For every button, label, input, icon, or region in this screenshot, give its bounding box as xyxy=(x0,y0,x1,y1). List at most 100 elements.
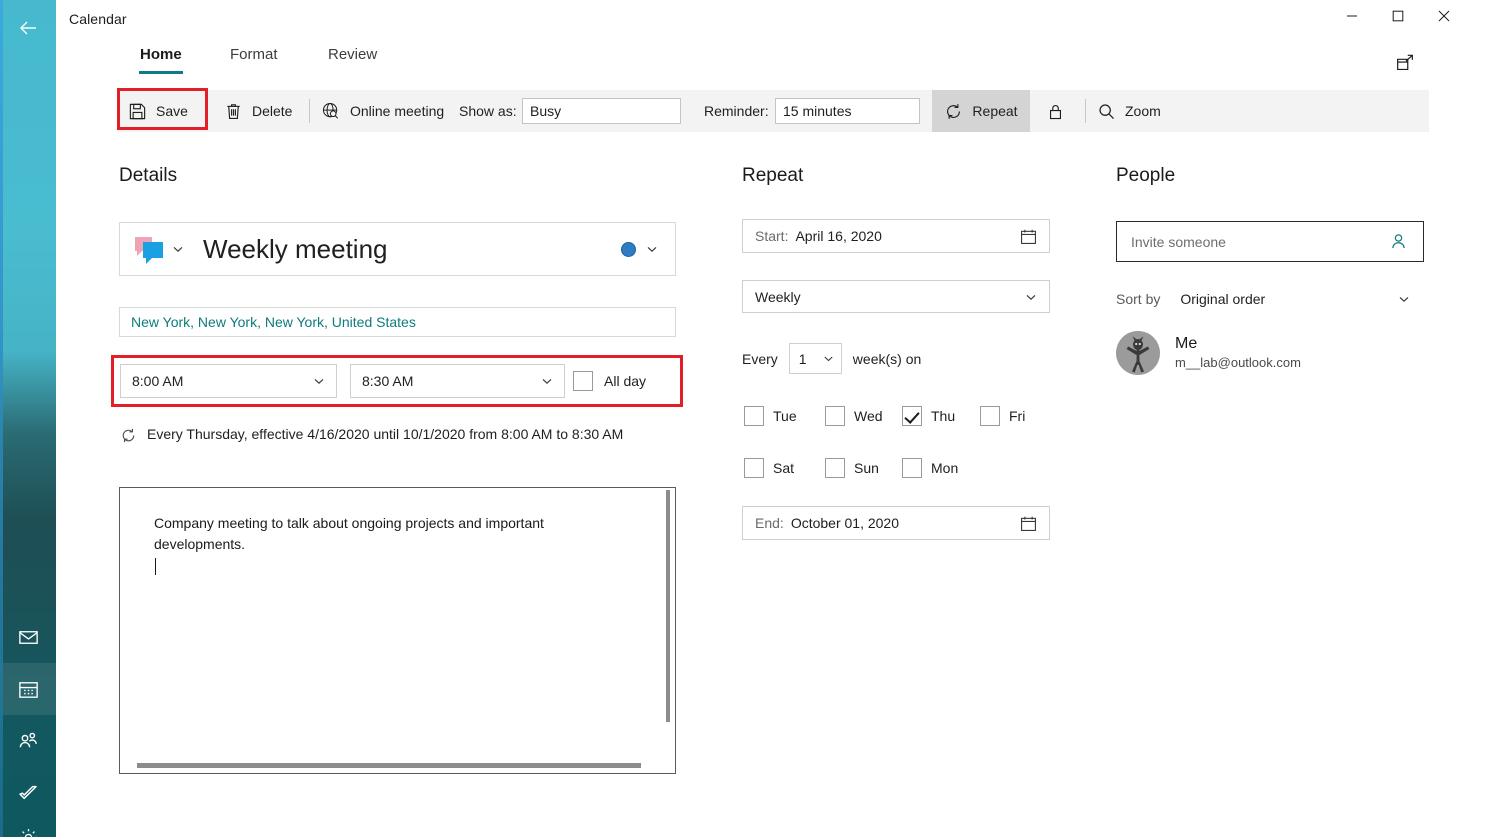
save-button[interactable]: Save xyxy=(117,90,199,132)
person-add-icon[interactable] xyxy=(1388,231,1409,252)
tab-home[interactable]: Home xyxy=(140,40,182,85)
event-location-field[interactable]: New York, New York, New York, United Sta… xyxy=(119,307,676,337)
invite-field[interactable] xyxy=(1116,221,1424,262)
open-in-new-window-button[interactable] xyxy=(1390,48,1420,78)
calendar-icon[interactable] xyxy=(1019,514,1038,533)
repeat-end-value: October 01, 2020 xyxy=(791,515,1019,531)
day-checkbox-fri[interactable]: Fri xyxy=(980,406,1025,426)
end-time-select[interactable]: 8:30 AM xyxy=(350,364,565,398)
navigation-rail xyxy=(0,0,56,837)
checkbox-box xyxy=(744,406,764,426)
event-notes-editor[interactable]: Company meeting to talk about ongoing pr… xyxy=(119,487,676,774)
chevron-down-icon[interactable] xyxy=(645,242,659,256)
sort-by-label: Sort by xyxy=(1116,291,1160,307)
repeat-end-label: End: xyxy=(755,515,784,531)
day-checkbox-tue[interactable]: Tue xyxy=(744,406,797,426)
back-button[interactable] xyxy=(0,6,56,50)
checkbox-box xyxy=(902,458,922,478)
notes-vertical-scrollbar[interactable] xyxy=(666,490,670,722)
delete-button[interactable]: Delete xyxy=(213,90,303,132)
start-time-select[interactable]: 8:00 AM xyxy=(120,364,337,398)
all-day-checkbox-box xyxy=(573,371,593,391)
day-label: Fri xyxy=(1009,408,1025,424)
attendee-text-block: Me m__lab@outlook.com xyxy=(1175,334,1301,372)
tab-review-label: Review xyxy=(328,46,377,63)
close-button[interactable] xyxy=(1421,0,1467,32)
ribbon-toolbar: Save Delete Online meeting Show as: Remi… xyxy=(117,90,1429,132)
show-as-label: Show as: xyxy=(459,103,517,119)
calendar-event-window: Calendar Home Format Review xyxy=(0,0,1492,837)
save-label: Save xyxy=(156,103,188,119)
day-label: Mon xyxy=(931,460,958,476)
all-day-checkbox[interactable]: All day xyxy=(573,371,646,391)
tab-home-label: Home xyxy=(140,46,182,63)
day-checkbox-thu[interactable]: Thu xyxy=(902,406,955,426)
chevron-down-icon[interactable] xyxy=(171,242,185,256)
sidebar-item-calendar[interactable] xyxy=(0,663,56,715)
day-label: Wed xyxy=(854,408,883,424)
recurrence-summary: Every Thursday, effective 4/16/2020 unti… xyxy=(120,423,680,445)
private-lock-button[interactable] xyxy=(1030,90,1080,132)
window-title: Calendar xyxy=(69,11,127,27)
attendee-list-item[interactable]: Me m__lab@outlook.com xyxy=(1116,331,1301,375)
lock-icon xyxy=(1046,102,1065,121)
gear-icon xyxy=(17,826,40,837)
repeat-frequency-select[interactable]: Weekly xyxy=(742,280,1050,313)
day-checkbox-wed[interactable]: Wed xyxy=(825,406,883,426)
repeat-interval-select[interactable]: 1 xyxy=(789,343,842,374)
event-color-dot[interactable] xyxy=(621,242,636,257)
day-checkbox-mon[interactable]: Mon xyxy=(902,458,958,478)
day-checkbox-sat[interactable]: Sat xyxy=(744,458,794,478)
day-label: Sat xyxy=(773,460,794,476)
sidebar-item-tasks[interactable] xyxy=(0,767,56,819)
avatar xyxy=(1116,331,1160,375)
day-label: Thu xyxy=(931,408,955,424)
invite-input[interactable] xyxy=(1129,233,1388,251)
online-meeting-button[interactable]: Online meeting xyxy=(310,90,455,132)
chevron-down-icon xyxy=(1397,292,1411,306)
notes-horizontal-scrollbar[interactable] xyxy=(137,763,641,768)
checkbox-box xyxy=(744,458,764,478)
text-cursor xyxy=(155,558,156,575)
close-icon xyxy=(1438,10,1450,22)
recurrence-summary-text: Every Thursday, effective 4/16/2020 unti… xyxy=(147,423,623,445)
minimize-button[interactable] xyxy=(1329,0,1375,32)
repeat-frequency-value: Weekly xyxy=(755,289,1024,305)
people-heading: People xyxy=(1116,165,1175,187)
tab-active-underline xyxy=(139,71,183,74)
reminder-label: Reminder: xyxy=(704,103,769,119)
day-label: Tue xyxy=(773,408,797,424)
repeat-interval-row: Every 1 week(s) on xyxy=(742,343,921,374)
globe-search-icon xyxy=(321,101,341,121)
zoom-label: Zoom xyxy=(1125,103,1161,119)
repeat-label: Repeat xyxy=(972,103,1017,119)
minimize-icon xyxy=(1346,10,1358,22)
open-in-new-window-icon xyxy=(1394,52,1416,74)
user-avatar-figure xyxy=(1116,331,1160,375)
event-title-value: Weekly meeting xyxy=(203,234,621,265)
repeat-start-date-field[interactable]: Start: April 16, 2020 xyxy=(742,219,1050,253)
reminder-input[interactable] xyxy=(775,98,920,124)
sort-by-control[interactable]: Sort by Original order xyxy=(1116,287,1424,311)
event-title-field[interactable]: Weekly meeting xyxy=(119,222,676,276)
maximize-icon xyxy=(1392,10,1404,22)
calendar-icon[interactable] xyxy=(1019,227,1038,246)
checkbox-box xyxy=(980,406,1000,426)
all-day-label: All day xyxy=(604,373,646,389)
repeat-every-label: Every xyxy=(742,351,778,367)
zoom-button[interactable]: Zoom xyxy=(1086,90,1172,132)
sidebar-item-settings[interactable] xyxy=(0,819,56,837)
tab-format[interactable]: Format xyxy=(230,40,278,85)
tab-review[interactable]: Review xyxy=(328,40,377,85)
repeat-interval-value: 1 xyxy=(799,351,822,367)
sidebar-item-mail[interactable] xyxy=(0,611,56,663)
repeat-end-date-field[interactable]: End: October 01, 2020 xyxy=(742,506,1050,540)
day-checkbox-sun[interactable]: Sun xyxy=(825,458,879,478)
mail-icon xyxy=(17,626,40,649)
repeat-refresh-icon xyxy=(944,102,963,121)
repeat-toggle-button[interactable]: Repeat xyxy=(932,90,1030,132)
show-as-input[interactable] xyxy=(522,98,681,124)
sidebar-item-people[interactable] xyxy=(0,715,56,767)
maximize-button[interactable] xyxy=(1375,0,1421,32)
day-label: Sun xyxy=(854,460,879,476)
